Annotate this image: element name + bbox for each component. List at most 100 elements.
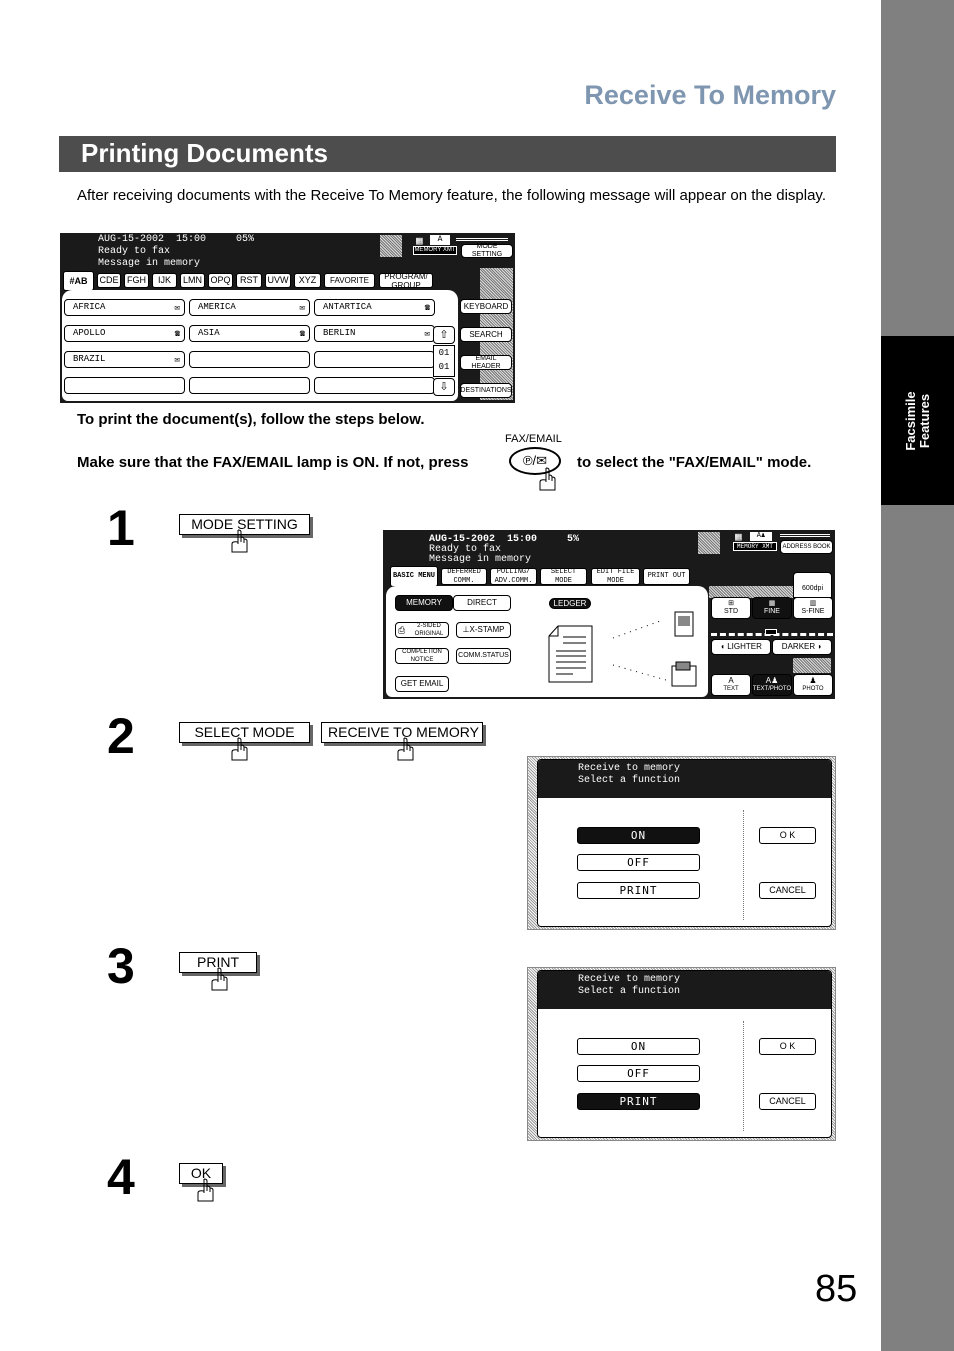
fax-email-key-label: FAX/EMAIL (505, 433, 562, 445)
destination-button[interactable]: AMERICA ✉ (189, 299, 310, 316)
tab-edit-file-mode[interactable]: EDIT FILE MODE (591, 568, 640, 585)
tab-polling-adv-comm-[interactable]: POLLING/ ADV.COMM. (490, 568, 537, 585)
destination-button[interactable]: APOLLO ☎ (64, 325, 185, 342)
mode-setting-button[interactable]: MODE SETTING (461, 243, 513, 258)
resolution-grid-icon: ⊞ (728, 600, 734, 607)
destination-button[interactable]: ASIA ☎ (189, 325, 310, 342)
tab--ab[interactable]: #AB (63, 271, 94, 291)
mode-label: TEXT (723, 686, 739, 692)
x-stamp-button[interactable]: ⊥ X-STAMP (456, 622, 511, 638)
tab-print-out[interactable]: PRINT OUT (643, 568, 690, 585)
original-mode-text-button[interactable]: A TEXT (711, 674, 751, 696)
option-on[interactable]: ON (577, 827, 700, 844)
tab-rst[interactable]: RST (236, 273, 262, 288)
destination-button[interactable]: AFRICA ✉ (64, 299, 185, 316)
mode-label: PHOTO (802, 686, 824, 692)
tab-favorite[interactable]: FAVORITE (324, 273, 375, 288)
two-sided-icon: ⎙ (398, 625, 406, 635)
pointing-hand-icon (231, 737, 248, 761)
option-off[interactable]: OFF (577, 1065, 700, 1082)
darker-button[interactable]: DARKER ◗ (772, 639, 832, 655)
destination-name: AFRICA (73, 302, 106, 312)
darker-icon: ◗ (815, 642, 823, 651)
destination-button[interactable] (314, 377, 435, 394)
text-photo-icon: A♟ (750, 532, 772, 541)
comm-status-button[interactable]: COMM.STATUS (456, 648, 511, 664)
ok-button[interactable]: O K (759, 827, 816, 844)
completion-notice-button[interactable]: COMPLETION NOTICE (395, 648, 449, 664)
original-mode-photo-button[interactable]: ♟ PHOTO (793, 674, 833, 696)
tab-cde[interactable]: CDE (97, 273, 121, 288)
ok-button[interactable]: O K (759, 1038, 816, 1055)
mode-label: TEXT/PHOTO (752, 686, 792, 692)
step-number-2: 2 (107, 708, 135, 764)
address-book-button[interactable]: ADDRESS BOOK (780, 540, 833, 554)
email-header-button[interactable]: EMAIL HEADER (460, 355, 512, 370)
destination-button[interactable] (189, 351, 310, 368)
lcd-status-line2: Ready to fax (98, 246, 171, 257)
tab-opq[interactable]: OPQ (208, 273, 233, 288)
destination-button[interactable]: BRAZIL ✉ (64, 351, 185, 368)
tab-basic-menu[interactable]: BASIC MENU (390, 566, 438, 587)
instruction-2-post: to select the "FAX/EMAIL" mode. (577, 454, 812, 471)
direct-button[interactable]: DIRECT (453, 595, 511, 611)
lighter-button[interactable]: ◖ LIGHTER (711, 639, 771, 655)
search-button[interactable]: SEARCH (460, 327, 512, 342)
scroll-up-button[interactable]: ⇧ (433, 326, 455, 344)
destination-button[interactable] (64, 377, 185, 394)
get-email-button[interactable]: GET EMAIL (395, 676, 449, 692)
resolution-grid-icon: ▦ (768, 600, 776, 607)
tab-deferred-comm-[interactable]: DEFERRED COMM. (441, 568, 487, 585)
banner: Printing Documents (59, 136, 836, 172)
tab-uvw[interactable]: UVW (265, 273, 291, 288)
page-current: 01 (438, 348, 450, 358)
destinations-button[interactable]: DESTINATIONS (460, 383, 512, 398)
lighter-icon: ◖ (720, 642, 728, 651)
tab-ijk[interactable]: IJK (152, 273, 177, 288)
resolution-std-button[interactable]: ⊞ STD (711, 597, 751, 619)
phone-icon: ☎ (174, 329, 180, 339)
contrast-scale-icon (456, 238, 508, 241)
original-mode-text-photo-button[interactable]: A♟ TEXT/PHOTO (752, 674, 792, 696)
page-indicator: 01 01 (433, 345, 455, 377)
envelope-icon: ✉ (174, 355, 180, 365)
contrast-slider-thumb[interactable] (765, 629, 777, 635)
memory-xmt-indicator: MEMORY XMT (413, 246, 457, 255)
step-number-3: 3 (107, 938, 135, 994)
lcd-status-line3: Message in memory (429, 554, 532, 565)
lcd-screen-basic-menu: AUG-15-2002 15:00 5% Ready to fax Messag… (383, 530, 835, 699)
step-number-4: 4 (107, 1149, 135, 1205)
destination-button[interactable] (314, 351, 435, 368)
tab-xyz[interactable]: XYZ (294, 273, 321, 288)
scroll-down-button[interactable]: ⇩ (433, 378, 455, 396)
cancel-button[interactable]: CANCEL (759, 1093, 816, 1110)
photo-icon: ♟ (809, 676, 817, 685)
cancel-button[interactable]: CANCEL (759, 882, 816, 899)
resolution-s-fine-button[interactable]: ▥ S-FINE (793, 597, 833, 619)
destination-button[interactable]: ANTARTICA ☎ (314, 299, 435, 316)
resolution-grid-icon: ▥ (809, 600, 817, 607)
transmission-diagram (612, 611, 697, 687)
option-off[interactable]: OFF (577, 854, 700, 871)
section-title: Receive To Memory (584, 80, 836, 110)
tab-lmn[interactable]: LMN (180, 273, 205, 288)
lcd-screen-standby: AUG-15-2002 15:00 05% Ready to fax Messa… (60, 233, 515, 403)
resolution-fine-button[interactable]: ▦ FINE (752, 597, 792, 619)
memory-button[interactable]: MEMORY (395, 595, 453, 611)
x-stamp-label: X-STAMP (469, 625, 505, 634)
pointing-hand-icon (197, 1178, 214, 1202)
chapter-tab-line2: Features (916, 393, 932, 448)
resolution-600dpi-button[interactable]: 600dpi (793, 572, 832, 598)
destination-button[interactable]: BERLIN ✉ (314, 325, 435, 342)
option-print[interactable]: PRINT (577, 1093, 700, 1110)
tab-select-mode[interactable]: SELECT MODE (540, 568, 587, 585)
keyboard-button[interactable]: KEYBOARD (460, 299, 512, 314)
two-sided-original-button[interactable]: ⎙ 2-SIDED ORIGINAL (395, 622, 449, 638)
arrow-up-icon: ⇧ (439, 329, 449, 341)
tab-program-group[interactable]: PROGRAM/ GROUP (379, 272, 433, 290)
chapter-tab: Facsimile Features (881, 336, 954, 505)
tab-fgh[interactable]: FGH (124, 273, 149, 288)
option-print[interactable]: PRINT (577, 882, 700, 899)
destination-button[interactable] (189, 377, 310, 394)
option-on[interactable]: ON (577, 1038, 700, 1055)
